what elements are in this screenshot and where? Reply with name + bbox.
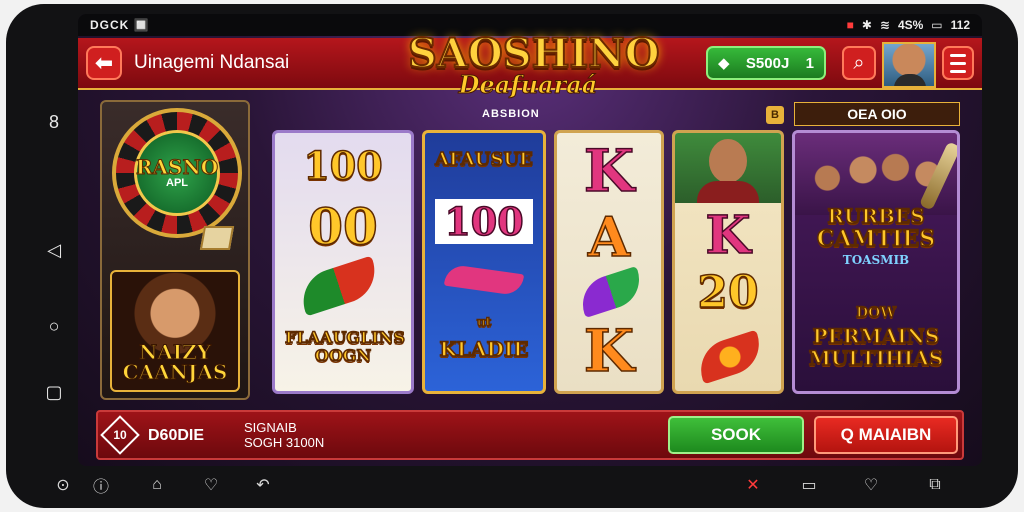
chips-icon	[199, 226, 235, 250]
wheel-center: RASNO APL	[134, 130, 220, 216]
reel-3-symbol-top: K	[583, 136, 635, 206]
bet-diamond-label: 10	[113, 428, 127, 442]
reel-5-title-1: RURBES	[827, 204, 926, 228]
control-bar: 10 D60DIE SIGNAIB SOGH 3100N SOOK Q MAIA…	[96, 410, 964, 460]
avatar[interactable]	[882, 42, 936, 88]
status-left-text: DGCK 🔲	[90, 18, 150, 32]
reel-2-symbol-small: ut	[476, 314, 492, 330]
wheel-title: RASNO	[135, 155, 219, 179]
promo-title-line2: CAANJAS	[122, 360, 228, 384]
system-bottom-nav: ⊙ ⓘ ⌂ ♡ ↶ ✕ ▭ ♡ ⧉	[6, 466, 1018, 506]
battery-percent: 4S%	[897, 18, 924, 32]
wheel-subtitle: APL	[166, 177, 188, 189]
wifi-icon: ≋	[879, 18, 890, 32]
reel-5-bottom-2: MULTIHIAS	[808, 346, 944, 370]
reel-5-title-3: TOASMIB	[842, 253, 910, 267]
reel-5-bottom-1: PERMAINS	[812, 324, 940, 348]
menu-button[interactable]	[942, 46, 974, 80]
stat-line-2: SOGH 3100N	[244, 435, 325, 450]
roulette-wheel[interactable]: RASNO APL	[112, 108, 242, 238]
reel-2[interactable]: AFAUSUE 100 ut KLADIE	[422, 130, 546, 394]
reel-1-symbol-top: 100	[303, 142, 384, 189]
nav-window-icon[interactable]: ▭	[792, 470, 826, 500]
side-back-icon[interactable]: ◁	[36, 232, 72, 268]
side-recents-icon[interactable]: ▢	[36, 374, 72, 410]
balance-badge: 1	[805, 54, 814, 72]
swirl-symbol-icon	[693, 329, 767, 385]
promo-title-line1: NAIZY	[138, 340, 212, 364]
nav-heart-icon[interactable]: ♡	[194, 470, 228, 500]
slot-area: ABSBION B OEA OIO 100 00 FLAAUGLINS OOGN…	[262, 100, 964, 400]
arrow-left-icon: ⬅	[94, 50, 114, 75]
reel-5-mid: DOW	[855, 304, 897, 322]
balance-amount: S500J	[745, 54, 790, 72]
nav-info-icon[interactable]: ⓘ	[84, 470, 118, 500]
nav-home-icon[interactable]: ⌂	[140, 470, 174, 500]
reel-3-symbol-mid: A	[587, 204, 630, 270]
side-home-icon[interactable]: ○	[36, 308, 72, 344]
reel-5[interactable]: RURBES CAMTIES TOASMIB DOW PERMAINS MULT…	[792, 130, 960, 394]
reel-4-symbol-lower: 20	[697, 266, 760, 319]
promo-title: NAIZY CAANJAS	[112, 340, 238, 384]
game-header: ⬅ Uinagemi Ndansai SAOSHINO Deafuaraá ◆ …	[78, 31, 982, 98]
hamburger-icon	[950, 53, 966, 57]
nav-item-1-icon[interactable]: ⊙	[46, 470, 80, 500]
system-side-nav: 8 ◁ ○ ▢	[36, 104, 72, 424]
clock: 112	[950, 18, 970, 32]
portrait-symbol	[675, 133, 781, 203]
nav-undo-icon[interactable]: ↶	[246, 470, 280, 500]
search-icon: ⌕	[853, 51, 865, 74]
search-button[interactable]: ⌕	[842, 46, 876, 80]
reel-1[interactable]: 100 00 FLAAUGLINS OOGN	[272, 130, 414, 394]
reel-1-symbol-mid: 00	[307, 196, 378, 257]
reel-5-title-2: CAMTIES	[816, 226, 936, 252]
side-nav-item-1[interactable]: 8	[36, 104, 72, 140]
balance-button[interactable]: ◆ S500J 1	[706, 46, 826, 80]
stat-line-1: SIGNAIB	[244, 420, 297, 435]
wave-symbol-icon	[295, 255, 383, 317]
green-action-button[interactable]: SOOK	[668, 416, 804, 454]
bet-code: D60DIE	[148, 427, 205, 444]
phone-frame: 8 ◁ ○ ▢ DGCK 🔲 ■ ✱ ≋ 4S% ▭ 112 ⬅ Uinagem…	[6, 4, 1018, 508]
header-title: Uinagemi Ndansai	[134, 52, 290, 73]
reel-2-symbol-bottom: KLADIE	[439, 336, 529, 362]
back-button[interactable]: ⬅	[86, 46, 122, 80]
pink-wave-icon	[443, 263, 525, 297]
battery-icon: ▭	[931, 18, 943, 32]
reel-1-symbol-bottom: FLAAUGLINS OOGN	[284, 328, 405, 366]
stats-block: SIGNAIB SOGH 3100N	[244, 420, 324, 450]
side-feature-title: OEA OIO	[794, 102, 960, 126]
reel-3-symbol-bottom: K	[583, 316, 635, 386]
reel-3[interactable]: K A K	[554, 130, 664, 394]
game-screen: DGCK 🔲 ■ ✱ ≋ 4S% ▭ 112 ⬅ Uinagemi Ndansa…	[78, 14, 982, 466]
red-action-button[interactable]: Q MAIAIBN	[814, 416, 958, 454]
status-right: ■ ✱ ≋ 4S% ▭ 112	[847, 18, 970, 32]
mute-icon: ✱	[861, 18, 872, 32]
reel-4[interactable]: K 20	[672, 130, 784, 394]
info-button[interactable]: B	[766, 106, 784, 124]
leaf-symbol-icon	[575, 265, 647, 319]
nav-close-icon[interactable]: ✕	[736, 470, 770, 500]
reel-2-symbol-mid: 100	[435, 198, 533, 245]
slot-area-header: ABSBION	[482, 108, 540, 120]
nav-heart-outline-icon[interactable]: ♡	[854, 470, 888, 500]
nav-copy-icon[interactable]: ⧉	[918, 470, 952, 500]
reel-2-symbol-top: AFAUSUE	[434, 148, 533, 171]
left-panel: RASNO APL NAIZY CAANJAS	[100, 100, 250, 400]
reel-4-symbol-mid: K	[705, 204, 752, 267]
record-icon: ■	[846, 18, 854, 32]
bet-diamond-button[interactable]: 10	[100, 415, 140, 455]
coin-icon: ◆	[718, 55, 730, 72]
promo-card[interactable]: NAIZY CAANJAS	[110, 270, 240, 392]
